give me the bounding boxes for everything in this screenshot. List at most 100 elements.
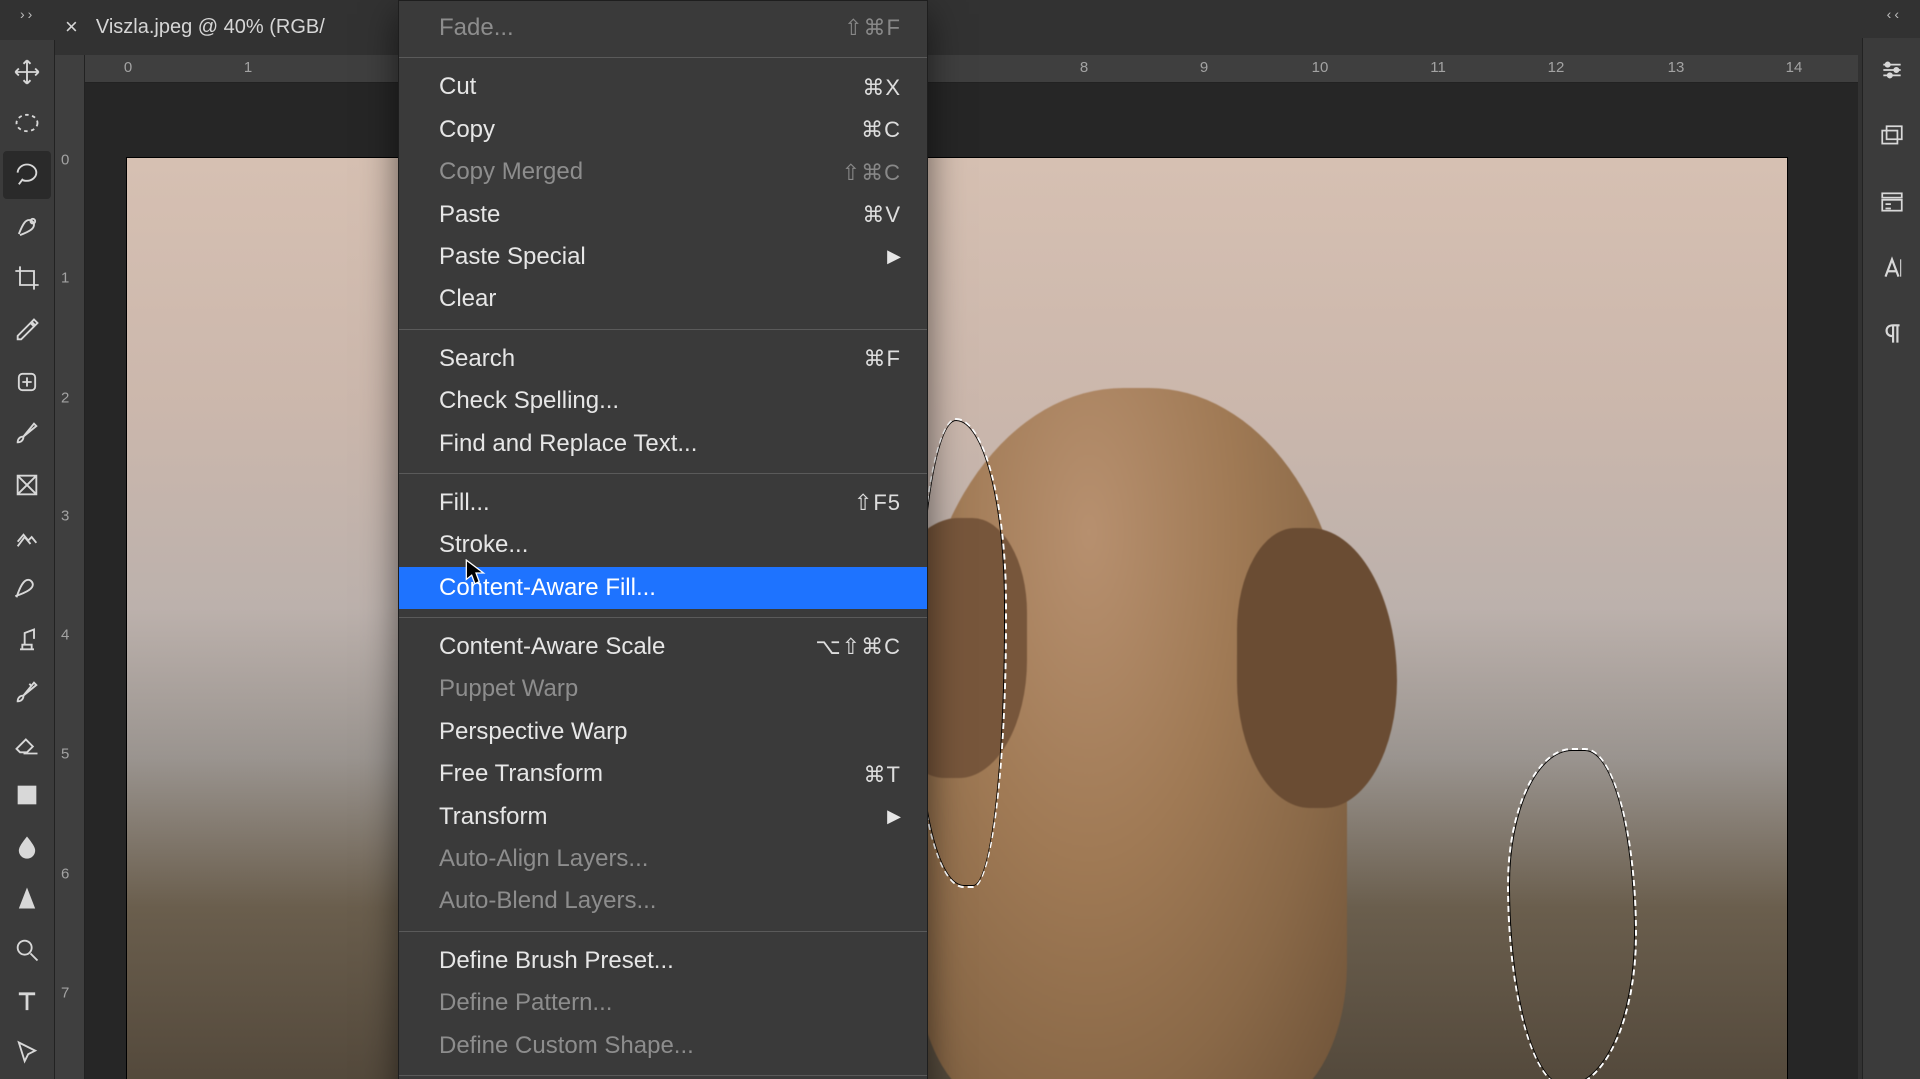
menu-item-label: Perspective Warp [439,716,628,748]
menu-item-shortcut: ⌘X [862,73,901,103]
menu-item-label: Cut [439,71,476,103]
paragraph-icon[interactable] [1870,312,1914,356]
menu-item-free-transform[interactable]: Free Transform ⌘T [399,753,927,795]
menu-item-paste[interactable]: Paste ⌘V [399,194,927,236]
frame-tool[interactable] [3,461,51,509]
menu-item-label: Find and Replace Text... [439,428,697,460]
menu-item-label: Search [439,343,515,375]
menu-item-label: Transform [439,801,547,833]
menu-item-transform[interactable]: Transform▶ [399,796,927,838]
ruler-h-tick: 14 [1786,59,1803,76]
paint-tool[interactable] [3,565,51,613]
menu-item-copy[interactable]: Copy⌘C [399,109,927,151]
menu-item-content-aware-fill[interactable]: Content-Aware Fill... [399,567,927,609]
menu-item-perspective-warp[interactable]: Perspective Warp [399,711,927,753]
document-image[interactable] [127,158,1787,1079]
dodge-tool[interactable] [3,926,51,974]
menu-item-shortcut: ⌘V [862,200,901,230]
menu-item-copy-merged: Copy Merged⇧⌘C [399,151,927,193]
content-aware-move-tool[interactable] [3,513,51,561]
eyedropper-tool[interactable] [3,306,51,354]
menu-item-label: Stroke... [439,529,528,561]
menu-item-label: Fill... [439,487,490,519]
lasso-tool[interactable] [3,151,51,199]
menu-item-shortcut: ⌘F [864,344,901,374]
menu-item-shortcut: ⇧⌘F [844,13,901,43]
type-tool[interactable] [3,978,51,1026]
menu-item-label: Puppet Warp [439,673,578,705]
eraser-tool[interactable] [3,720,51,768]
blur-tool[interactable] [3,823,51,871]
document-tab[interactable]: × Viszla.jpeg @ 40% (RGB/ [65,10,325,44]
ruler-v-tick: 6 [61,866,69,883]
menu-separator [399,329,927,330]
menu-item-content-aware-scale[interactable]: Content-Aware Scale ⌥⇧⌘C [399,626,927,668]
canvas-viewport[interactable] [85,83,1858,1079]
menu-item-label: Paste Special [439,241,586,273]
ruler-h-tick: 0 [124,59,132,76]
quick-select-tool[interactable] [3,203,51,251]
menu-item-fill[interactable]: Fill...⇧F5 [399,482,927,524]
healing-brush-tool[interactable] [3,358,51,406]
menu-item-label: Paste [439,199,500,231]
menu-item-find-and-replace-text[interactable]: Find and Replace Text... [399,423,927,465]
ruler-h-tick: 11 [1430,59,1446,76]
menu-item-auto-blend-layers: Auto-Blend Layers... [399,880,927,922]
menu-item-label: Check Spelling... [439,385,619,417]
menu-item-puppet-warp: Puppet Warp [399,668,927,710]
menu-separator [399,57,927,58]
menu-item-check-spelling[interactable]: Check Spelling... [399,380,927,422]
menu-item-define-pattern: Define Pattern... [399,982,927,1024]
ruler-v-tick: 1 [61,270,69,287]
menu-item-stroke[interactable]: Stroke... [399,524,927,566]
layers-icon[interactable] [1870,114,1914,158]
menu-item-clear[interactable]: Clear [399,278,927,320]
menu-item-shortcut: ⌥⇧⌘C [815,632,901,662]
sliders-icon[interactable] [1870,48,1914,92]
menu-separator [399,617,927,618]
menu-item-define-brush-preset[interactable]: Define Brush Preset... [399,940,927,982]
ruler-v-tick: 3 [61,508,69,525]
selection-marquee[interactable] [1507,748,1637,1079]
menu-item-label: Auto-Blend Layers... [439,885,656,917]
ruler-v-tick: 0 [61,152,69,169]
ruler-horizontal[interactable]: 01891011121314 [85,55,1858,83]
ruler-vertical[interactable]: 01234567 [55,55,85,1079]
ruler-h-tick: 10 [1312,59,1329,76]
properties-icon[interactable] [1870,180,1914,224]
menu-item-search[interactable]: Search ⌘F [399,338,927,380]
move-tool[interactable] [3,48,51,96]
gradient-tool[interactable] [3,771,51,819]
menu-item-label: Fade... [439,12,514,44]
menu-item-label: Define Brush Preset... [439,945,674,977]
menu-item-label: Content-Aware Scale [439,631,665,663]
menu-item-paste-special[interactable]: Paste Special ▶ [399,236,927,278]
brush-tool[interactable] [3,410,51,458]
character-icon[interactable] [1870,246,1914,290]
close-tab-button[interactable]: × [65,14,78,40]
menu-item-label: Clear [439,283,496,315]
clone-stamp-tool[interactable] [3,616,51,664]
menu-item-shortcut: ⌘T [864,760,901,790]
path-select-tool[interactable] [3,1029,51,1077]
expand-right-chevrons-icon[interactable]: ‹‹ [1887,6,1902,22]
pen-tool[interactable] [3,875,51,923]
selection-marquee[interactable] [917,418,1007,888]
left-toolbar [0,40,55,1079]
crop-tool[interactable] [3,255,51,303]
document-tab-title: Viszla.jpeg @ 40% (RGB/ [96,16,325,39]
ruler-h-tick: 12 [1548,59,1565,76]
submenu-arrow-icon: ▶ [887,244,901,268]
menu-separator [399,1075,927,1076]
expand-left-chevrons-icon[interactable]: ›› [20,6,35,22]
menu-item-label: Define Custom Shape... [439,1030,694,1062]
menu-item-label: Copy Merged [439,156,583,188]
history-brush-tool[interactable] [3,668,51,716]
menu-item-cut[interactable]: Cut ⌘X [399,66,927,108]
right-toolbar [1862,38,1920,1079]
menu-item-label: Free Transform [439,758,603,790]
menu-item-label: Define Pattern... [439,987,612,1019]
marquee-ellipse-tool[interactable] [3,100,51,148]
menu-item-shortcut: ⌘C [861,115,901,145]
ruler-v-tick: 2 [61,390,69,407]
